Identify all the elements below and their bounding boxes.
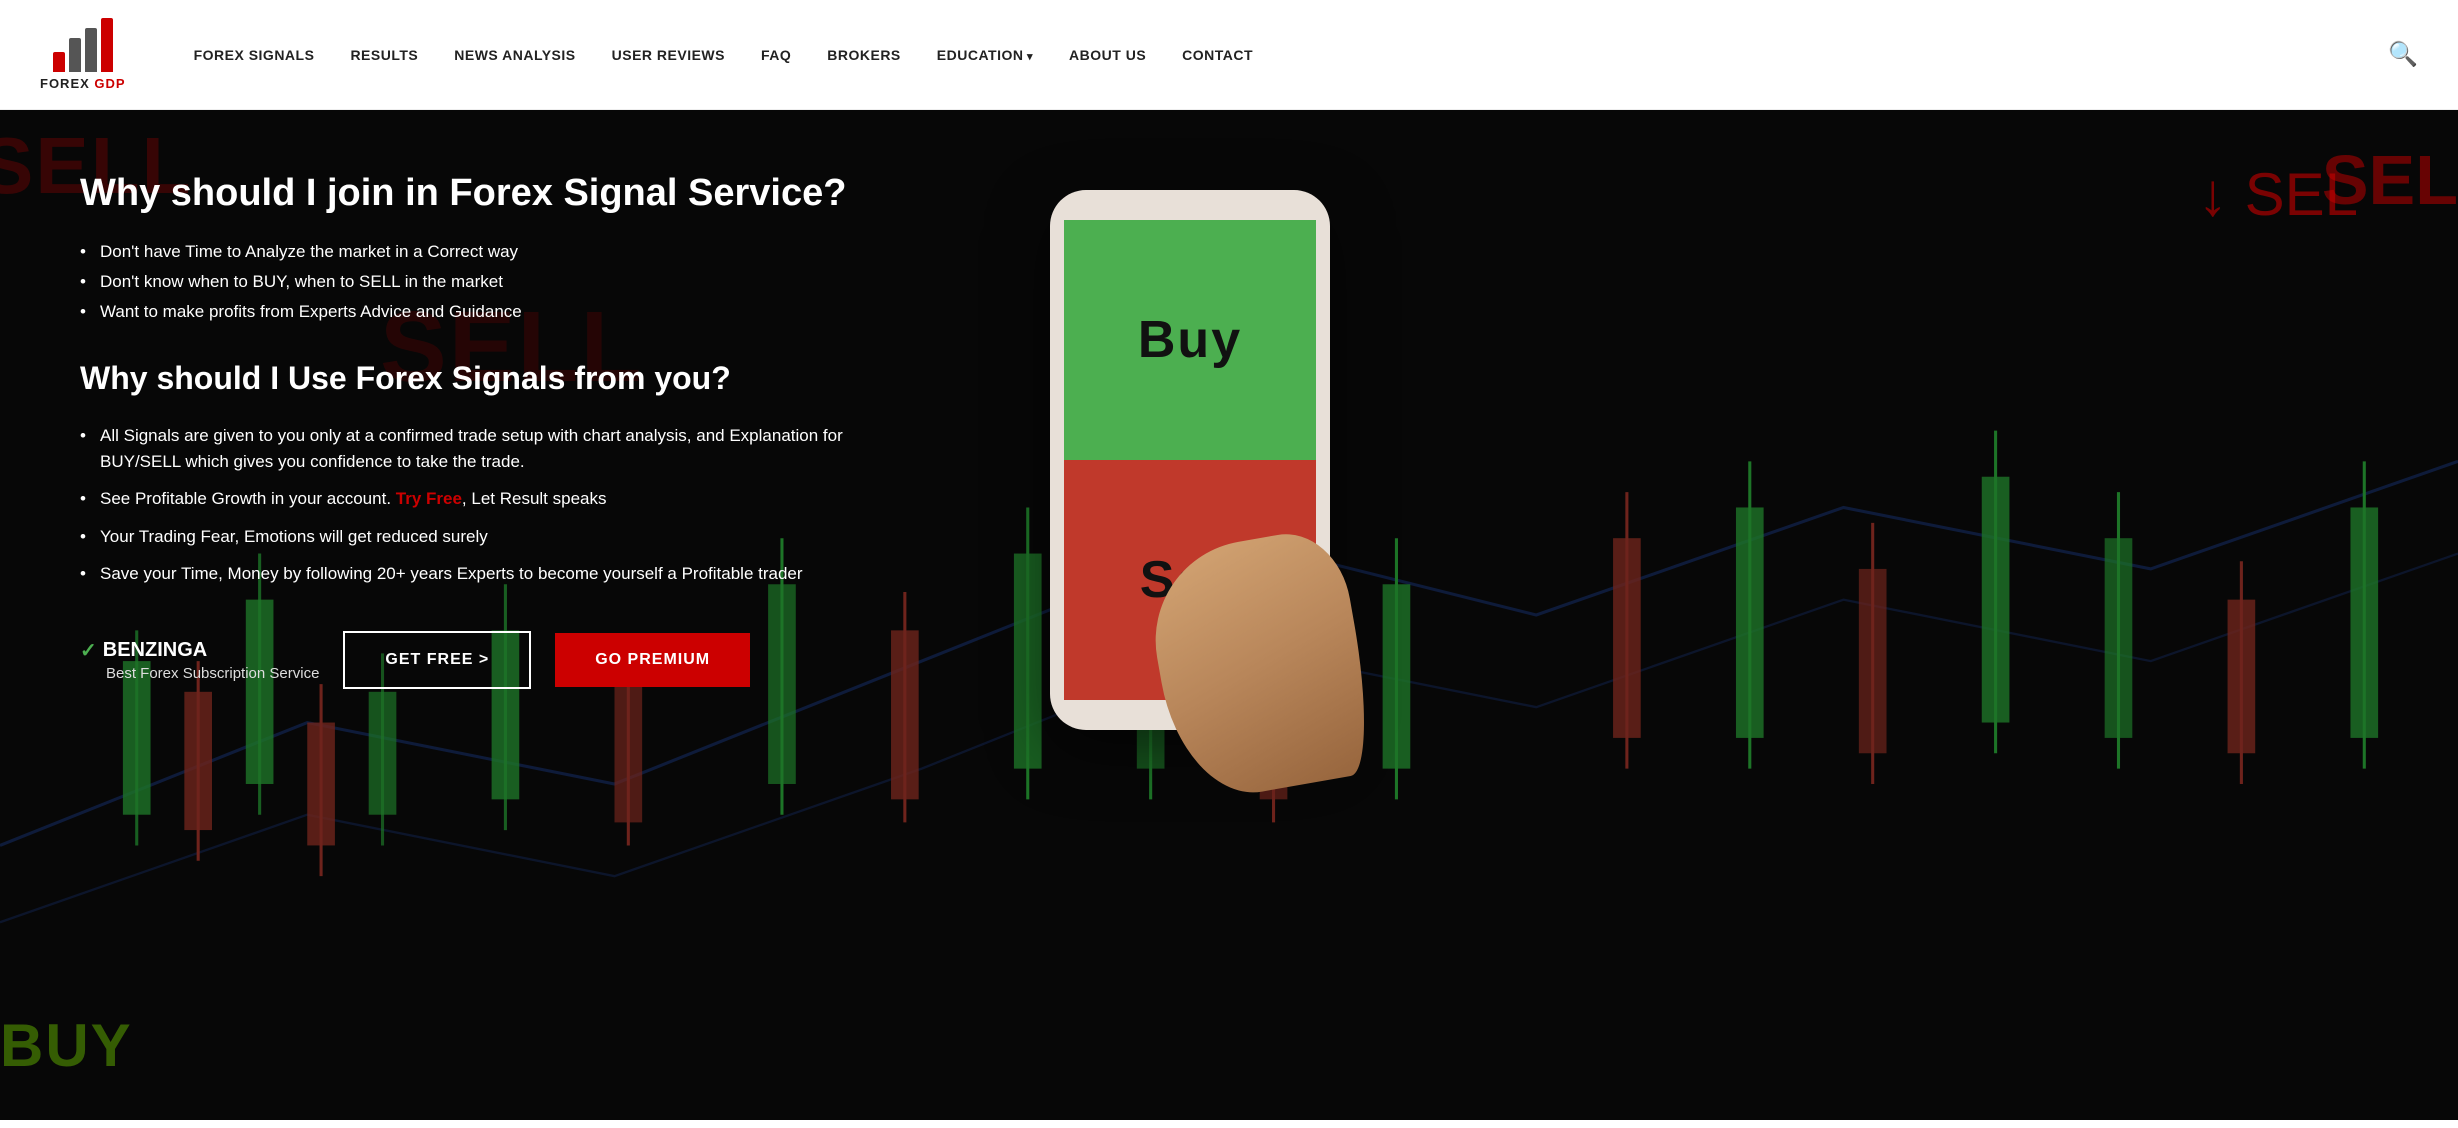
bullet-item: All Signals are given to you only at a c… <box>80 423 900 474</box>
logo-bar <box>53 52 65 72</box>
nav-item-forex-signals[interactable]: FOREX SIGNALS <box>176 47 333 63</box>
nav-item-contact[interactable]: CONTACT <box>1164 47 1271 63</box>
navbar: FOREX GDP FOREX SIGNALSRESULTSNEWS ANALY… <box>0 0 2458 110</box>
phone-mockup: Buy Sell <box>1030 190 1350 770</box>
hero-left: Why should I join in Forex Signal Servic… <box>80 170 980 689</box>
nav-item-brokers[interactable]: BROKERS <box>809 47 919 63</box>
logo-gdp: GDP <box>94 76 125 91</box>
hero-content: Why should I join in Forex Signal Servic… <box>0 110 2458 1120</box>
logo[interactable]: FOREX GDP <box>40 18 126 91</box>
nav-item-news-analysis[interactable]: NEWS ANALYSIS <box>436 47 593 63</box>
nav-item-about-us[interactable]: ABOUT US <box>1051 47 1164 63</box>
bullet-item: Want to make profits from Experts Advice… <box>80 302 900 322</box>
bullet-list-2: All Signals are given to you only at a c… <box>80 423 900 587</box>
bullet-item: Don't have Time to Analyze the market in… <box>80 242 900 262</box>
go-premium-button[interactable]: GO PREMIUM <box>555 633 750 687</box>
nav-item-user-reviews[interactable]: USER REVIEWS <box>594 47 743 63</box>
benzinga-badge: ✓ BENZINGA Best Forex Subscription Servi… <box>80 638 319 682</box>
phone-buy-label: Buy <box>1138 310 1242 370</box>
benzinga-name: BENZINGA <box>103 639 207 662</box>
hero-section: SELL SELL BUY ↓ SEL SEL Why should I joi… <box>0 110 2458 1120</box>
bullet-item: Don't know when to BUY, when to SELL in … <box>80 272 900 292</box>
bullet-item: See Profitable Growth in your account. T… <box>80 486 900 512</box>
logo-text: FOREX GDP <box>40 76 126 91</box>
nav-item-faq[interactable]: FAQ <box>743 47 809 63</box>
get-free-button[interactable]: GET FREE > <box>343 631 531 689</box>
benzinga-top: ✓ BENZINGA <box>80 638 319 663</box>
hero-heading-2: Why should I Use Forex Signals from you? <box>80 358 900 400</box>
nav-item-education[interactable]: EDUCATION <box>919 47 1051 63</box>
hero-right: Buy Sell <box>980 190 1400 770</box>
benzinga-sub: Best Forex Subscription Service <box>80 665 319 682</box>
logo-bar <box>85 28 97 72</box>
bullet-item: Your Trading Fear, Emotions will get red… <box>80 524 900 550</box>
bullet-list-1: Don't have Time to Analyze the market in… <box>80 242 900 322</box>
hero-heading-1: Why should I join in Forex Signal Servic… <box>80 170 900 218</box>
phone-buy-button: Buy <box>1064 220 1316 460</box>
nav-links: FOREX SIGNALSRESULTSNEWS ANALYSISUSER RE… <box>176 47 2389 63</box>
checkmark-icon: ✓ <box>80 638 97 663</box>
logo-bar <box>69 38 81 72</box>
nav-item-results[interactable]: RESULTS <box>332 47 436 63</box>
logo-bar <box>101 18 113 72</box>
try-free-link[interactable]: Try Free <box>396 489 462 508</box>
logo-bars <box>53 18 113 72</box>
bullet-item: Save your Time, Money by following 20+ y… <box>80 561 900 587</box>
cta-row: ✓ BENZINGA Best Forex Subscription Servi… <box>80 631 900 689</box>
search-button[interactable]: 🔍 <box>2388 40 2418 69</box>
